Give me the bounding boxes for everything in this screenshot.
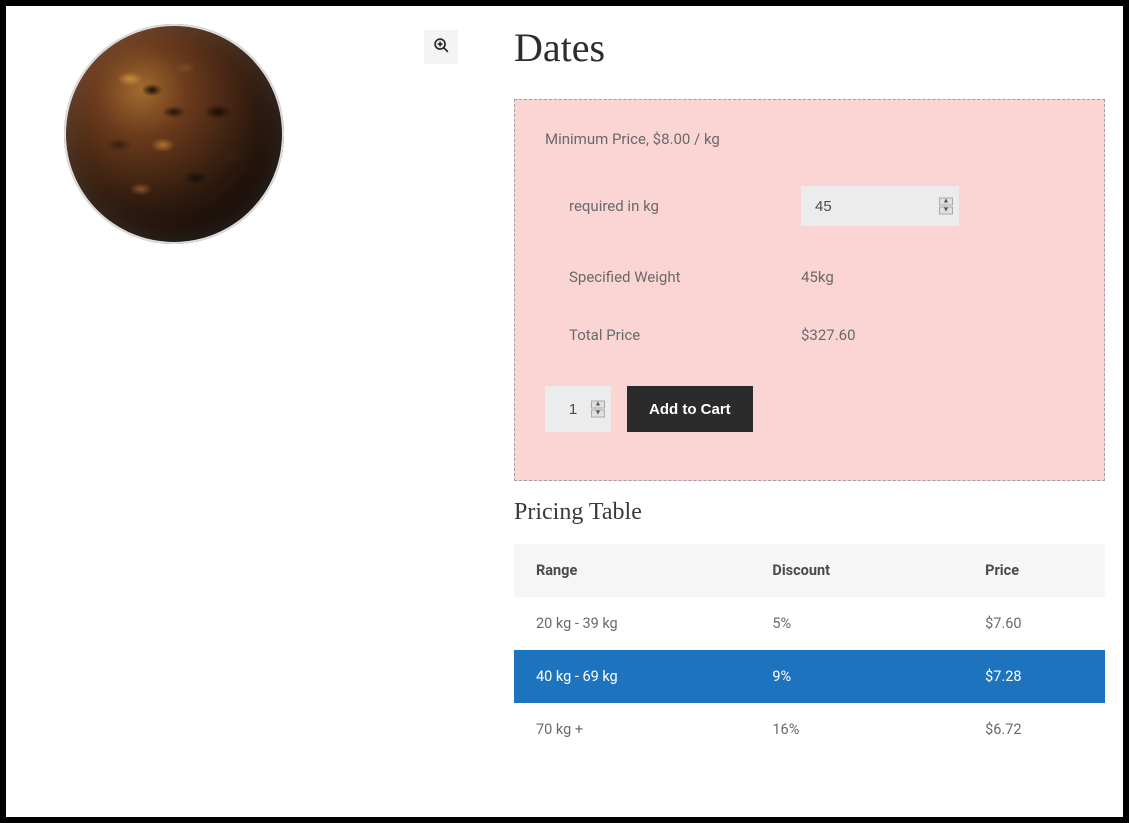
pricing-table: Range Discount Price 20 kg - 39 kg5%$7.6… [514, 544, 1105, 756]
label-total-price: Total Price [569, 326, 801, 344]
cell-discount: 9% [750, 650, 963, 703]
product-image[interactable] [64, 24, 284, 244]
qty-step-down[interactable]: ▼ [591, 410, 605, 418]
cell-range: 20 kg - 39 kg [514, 597, 750, 650]
header-range: Range [514, 544, 750, 597]
label-specified-weight: Specified Weight [569, 268, 801, 286]
cell-price: $7.28 [963, 650, 1105, 703]
zoom-button[interactable] [424, 30, 458, 64]
header-discount: Discount [750, 544, 963, 597]
row-specified-weight: Specified Weight 45kg [545, 268, 1074, 286]
zoom-icon [433, 37, 450, 58]
cell-range: 70 kg + [514, 703, 750, 756]
row-total-price: Total Price $327.60 [545, 326, 1074, 344]
kg-input-wrap: ▲ ▼ [801, 186, 959, 226]
cell-price: $6.72 [963, 703, 1105, 756]
kg-input[interactable] [801, 186, 959, 226]
minimum-price-text: Minimum Price, $8.00 / kg [545, 130, 1074, 148]
table-row: 70 kg +16%$6.72 [514, 703, 1105, 756]
cart-row: ▲ ▼ Add to Cart [545, 386, 1074, 432]
add-to-cart-button[interactable]: Add to Cart [627, 386, 753, 432]
product-page: Dates Minimum Price, $8.00 / kg required… [6, 6, 1123, 817]
label-required-kg: required in kg [569, 197, 801, 215]
row-required-kg: required in kg ▲ ▼ [545, 186, 1074, 226]
product-title: Dates [514, 24, 1105, 71]
pricing-table-title: Pricing Table [514, 499, 1105, 526]
qty-spinner: ▲ ▼ [591, 401, 605, 418]
pricing-header-row: Range Discount Price [514, 544, 1105, 597]
kg-spinner: ▲ ▼ [939, 198, 953, 215]
kg-step-up[interactable]: ▲ [939, 198, 953, 206]
value-specified-weight: 45kg [801, 268, 834, 286]
value-total-price: $327.60 [801, 326, 856, 344]
cell-discount: 5% [750, 597, 963, 650]
gallery-column [24, 24, 464, 817]
details-column: Dates Minimum Price, $8.00 / kg required… [464, 24, 1105, 817]
cell-range: 40 kg - 69 kg [514, 650, 750, 703]
qty-step-up[interactable]: ▲ [591, 401, 605, 409]
table-row: 20 kg - 39 kg5%$7.60 [514, 597, 1105, 650]
price-form: Minimum Price, $8.00 / kg required in kg… [514, 99, 1105, 481]
cell-price: $7.60 [963, 597, 1105, 650]
qty-input-wrap: ▲ ▼ [545, 386, 611, 432]
header-price: Price [963, 544, 1105, 597]
table-row: 40 kg - 69 kg9%$7.28 [514, 650, 1105, 703]
cell-discount: 16% [750, 703, 963, 756]
kg-step-down[interactable]: ▼ [939, 207, 953, 215]
